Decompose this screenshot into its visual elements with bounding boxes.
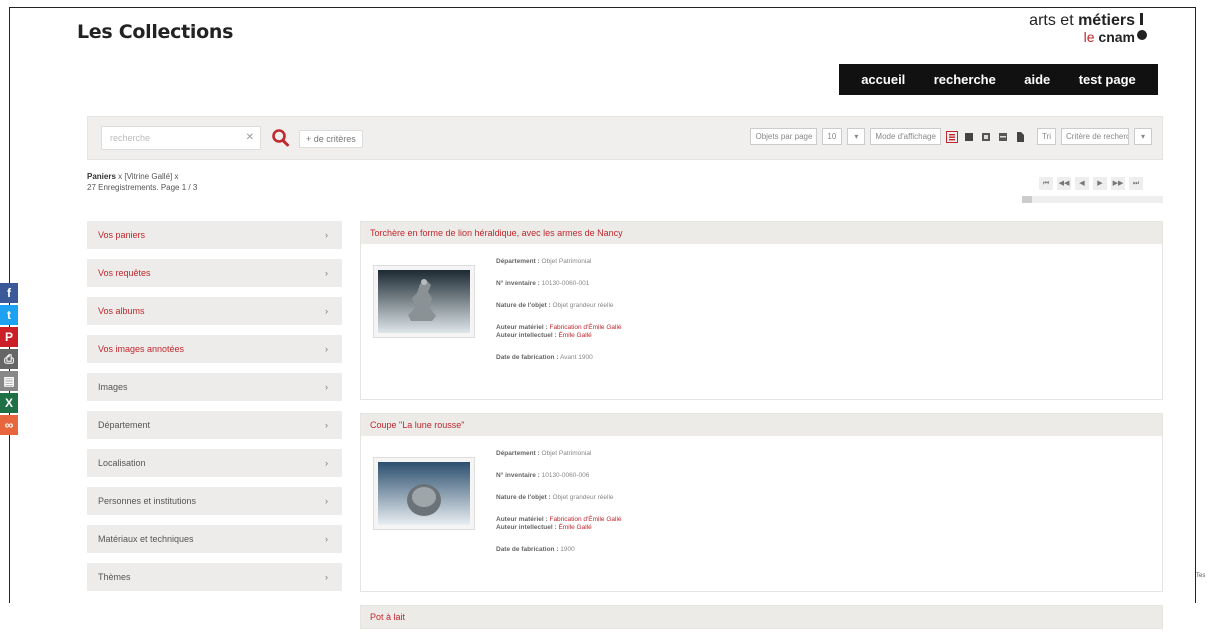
results-list: Torchère en forme de lion héraldique, av… bbox=[360, 221, 1163, 642]
chevron-right-icon: › bbox=[325, 230, 328, 240]
link-icon[interactable]: ∞ bbox=[0, 415, 18, 435]
site-title[interactable]: Les Collections bbox=[77, 21, 233, 43]
sidebar-item-label: Vos paniers bbox=[98, 230, 146, 240]
result-title-link[interactable]: Coupe "La lune rousse" bbox=[361, 414, 1162, 436]
result-metadata: Département : Objet Patrimonial N° invent… bbox=[496, 258, 622, 361]
page-frame: Les Collections arts et métiers le cnam … bbox=[9, 7, 1196, 629]
view-list-icon[interactable] bbox=[945, 130, 958, 143]
pager-button-2[interactable]: ◀ bbox=[1075, 177, 1089, 190]
chevron-right-icon: › bbox=[325, 534, 328, 544]
cnam-logo[interactable]: arts et métiers le cnam bbox=[1029, 13, 1147, 44]
sidebar-item-label: Matériaux et techniques bbox=[98, 534, 194, 544]
sidebar-item-5[interactable]: Département › bbox=[87, 411, 342, 439]
twitter-icon[interactable]: t bbox=[0, 305, 18, 325]
sidebar-item-7[interactable]: Personnes et institutions › bbox=[87, 487, 342, 515]
per-page-dropdown-icon[interactable]: ▾ bbox=[847, 128, 866, 145]
author-link[interactable]: Fabrication d'Émile Gallé bbox=[549, 516, 621, 523]
pager-button-0[interactable]: ⏮ bbox=[1039, 177, 1053, 190]
per-page-select[interactable]: 10 bbox=[822, 128, 843, 145]
result-card: Pot à lait bbox=[360, 605, 1163, 629]
sidebar-item-6[interactable]: Localisation › bbox=[87, 449, 342, 477]
filter-vitrine-galle[interactable]: x [Vitrine Gallé] x bbox=[118, 172, 178, 181]
pager-button-3[interactable]: ▶ bbox=[1093, 177, 1107, 190]
author-link[interactable]: Émile Gallé bbox=[559, 524, 592, 531]
chevron-right-icon: › bbox=[325, 458, 328, 468]
sidebar-item-label: Personnes et institutions bbox=[98, 496, 197, 506]
top-nav: accueil recherche aide test page bbox=[839, 64, 1158, 95]
result-thumbnail[interactable] bbox=[373, 265, 475, 338]
result-card: Coupe "La lune rousse" Département : Obje… bbox=[360, 413, 1163, 592]
display-mode-label: Mode d'affichage bbox=[870, 128, 941, 145]
page-progress-bar bbox=[1022, 196, 1163, 203]
sidebar-item-9[interactable]: Thèmes › bbox=[87, 563, 342, 591]
chevron-right-icon: › bbox=[325, 496, 328, 506]
chevron-right-icon: › bbox=[325, 572, 328, 582]
filter-paniers[interactable]: Paniers bbox=[87, 172, 116, 181]
sidebar-item-0[interactable]: Vos paniers › bbox=[87, 221, 342, 249]
view-document-icon[interactable] bbox=[1014, 131, 1026, 143]
search-toolbar: recherche ✕ + de critères Objets par pag… bbox=[87, 116, 1163, 160]
chevron-right-icon: › bbox=[325, 268, 328, 278]
social-share-bar: f t P ⎙ ▤ X ∞ bbox=[0, 283, 18, 437]
export-icon[interactable]: X bbox=[0, 393, 18, 413]
facebook-icon[interactable]: f bbox=[0, 283, 18, 303]
logo-mark-icon bbox=[1137, 13, 1147, 43]
view-grid-icon[interactable] bbox=[963, 131, 975, 143]
chevron-right-icon: › bbox=[325, 306, 328, 316]
pinterest-icon[interactable]: P bbox=[0, 327, 18, 347]
view-mosaic-icon[interactable] bbox=[980, 131, 992, 143]
nav-test-page[interactable]: test page bbox=[1079, 72, 1136, 87]
result-card: Torchère en forme de lion héraldique, av… bbox=[360, 221, 1163, 400]
sidebar-item-label: Vos albums bbox=[98, 306, 145, 316]
chevron-right-icon: › bbox=[325, 344, 328, 354]
result-title-link[interactable]: Pot à lait bbox=[361, 606, 1162, 628]
sidebar-item-4[interactable]: Images › bbox=[87, 373, 342, 401]
search-input[interactable]: recherche ✕ bbox=[101, 126, 261, 150]
sidebar-item-8[interactable]: Matériaux et techniques › bbox=[87, 525, 342, 553]
chevron-right-icon: › bbox=[325, 420, 328, 430]
sidebar: Vos paniers › Vos requêtes › Vos albums › Vos … bbox=[87, 221, 342, 601]
author-link[interactable]: Émile Gallé bbox=[559, 332, 592, 339]
nav-accueil[interactable]: accueil bbox=[861, 72, 905, 87]
active-filters: Paniers x [Vitrine Gallé] x 27 Enregistr… bbox=[87, 171, 197, 193]
sidebar-item-label: Vos requêtes bbox=[98, 268, 151, 278]
pager: ⏮ ◀◀ ◀ ▶ ▶▶ ⏭ bbox=[1039, 177, 1143, 190]
sort-criteria-select[interactable]: Critère de recherche bbox=[1061, 128, 1129, 145]
pdf-icon[interactable]: ▤ bbox=[0, 371, 18, 391]
result-title-link[interactable]: Torchère en forme de lion héraldique, av… bbox=[361, 222, 1162, 244]
edge-tab-label[interactable]: Tes bbox=[1196, 573, 1205, 579]
author-link[interactable]: Fabrication d'Émile Gallé bbox=[549, 324, 621, 331]
sidebar-item-3[interactable]: Vos images annotées › bbox=[87, 335, 342, 363]
sidebar-item-1[interactable]: Vos requêtes › bbox=[87, 259, 342, 287]
pager-button-1[interactable]: ◀◀ bbox=[1057, 177, 1071, 190]
pager-button-4[interactable]: ▶▶ bbox=[1111, 177, 1125, 190]
nav-aide[interactable]: aide bbox=[1024, 72, 1050, 87]
chevron-right-icon: › bbox=[325, 382, 328, 392]
sidebar-item-2[interactable]: Vos albums › bbox=[87, 297, 342, 325]
record-count: 27 Enregistrements. Page 1 / 3 bbox=[87, 183, 198, 192]
search-button[interactable] bbox=[269, 126, 291, 150]
sidebar-item-label: Thèmes bbox=[98, 572, 131, 582]
sort-dropdown-icon[interactable]: ▾ bbox=[1134, 128, 1152, 145]
clear-search-icon[interactable]: ✕ bbox=[246, 132, 254, 143]
result-thumbnail[interactable] bbox=[373, 457, 475, 530]
per-page-label: Objets par page bbox=[750, 128, 818, 145]
sidebar-item-label: Images bbox=[98, 382, 128, 392]
sidebar-item-label: Localisation bbox=[98, 458, 146, 468]
view-thumbnail-icon[interactable] bbox=[997, 131, 1009, 143]
result-metadata: Département : Objet Patrimonial N° invent… bbox=[496, 450, 622, 553]
print-icon[interactable]: ⎙ bbox=[0, 349, 18, 369]
nav-recherche[interactable]: recherche bbox=[934, 72, 996, 87]
search-icon bbox=[272, 129, 289, 147]
sidebar-item-label: Vos images annotées bbox=[98, 344, 185, 354]
sidebar-item-label: Département bbox=[98, 420, 151, 430]
sort-direction-button[interactable]: Tri bbox=[1036, 128, 1056, 145]
pager-button-5[interactable]: ⏭ bbox=[1129, 177, 1143, 190]
more-criteria-button[interactable]: + de critères bbox=[299, 130, 363, 148]
